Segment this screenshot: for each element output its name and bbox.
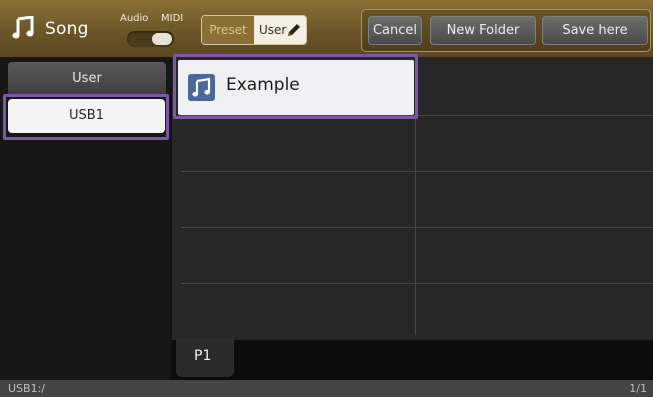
- midi-label: MIDI: [161, 13, 184, 24]
- audio-midi-toggle[interactable]: [127, 31, 174, 47]
- cancel-button[interactable]: Cancel: [368, 16, 422, 45]
- action-buttons: Cancel New Folder Save here: [361, 9, 651, 52]
- tab-user-label: User: [259, 23, 287, 37]
- page-title: Song: [45, 19, 89, 39]
- pencil-icon: [288, 24, 300, 36]
- page-indicator: 1/1: [629, 382, 647, 395]
- sidebar-item-usb1[interactable]: USB1: [8, 99, 165, 133]
- tab-preset[interactable]: Preset: [202, 16, 254, 44]
- save-here-button[interactable]: Save here: [542, 16, 648, 45]
- file-name: Example: [226, 75, 300, 95]
- current-path: USB1:/: [8, 382, 45, 395]
- file-item-example[interactable]: Example: [178, 60, 414, 115]
- toggle-knob: [152, 33, 172, 45]
- preset-user-tabs: Preset User: [201, 15, 307, 45]
- header-bar: Song Audio MIDI Preset User Cancel New F…: [0, 0, 653, 58]
- audio-label: Audio: [120, 13, 149, 24]
- grid-divider: [181, 227, 653, 228]
- song-save-screen: Song Audio MIDI Preset User Cancel New F…: [0, 0, 653, 397]
- new-folder-button[interactable]: New Folder: [430, 16, 536, 45]
- status-bar: USB1:/ 1/1: [0, 380, 653, 397]
- drive-sidebar: User USB1: [0, 57, 170, 380]
- grid-divider: [181, 283, 653, 284]
- song-file-icon: [188, 74, 215, 101]
- grid-divider: [181, 171, 653, 172]
- music-note-icon: [12, 16, 34, 39]
- page-tabs: P1: [172, 338, 653, 380]
- tab-user[interactable]: User: [254, 16, 306, 44]
- page-tab-p1[interactable]: P1: [176, 338, 234, 377]
- file-grid: Example: [172, 54, 653, 340]
- sidebar-item-user[interactable]: User: [8, 62, 166, 96]
